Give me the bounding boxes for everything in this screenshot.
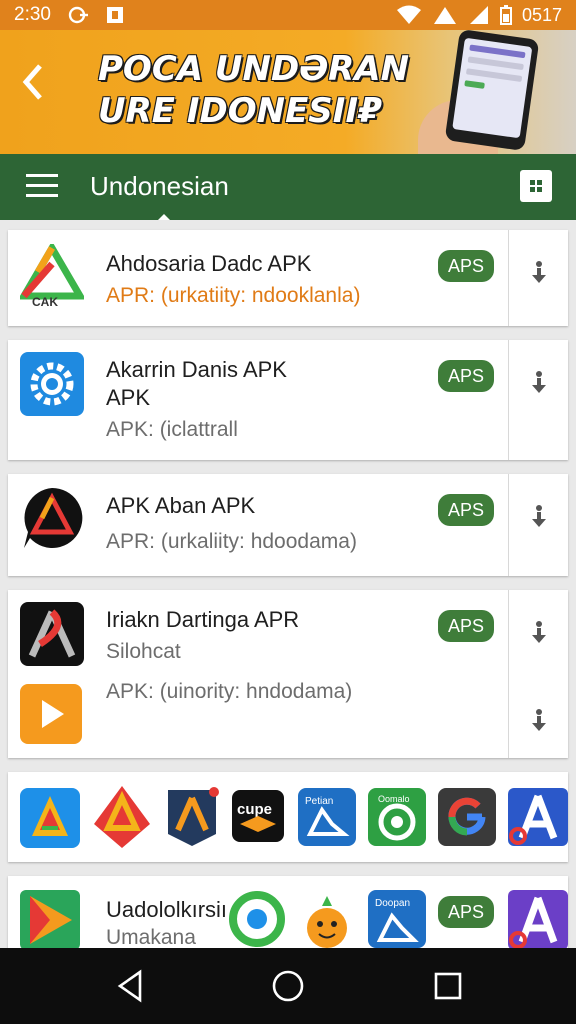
wifi-icon — [396, 5, 421, 24]
toolbar: Undonesian — [0, 154, 576, 220]
banner-title: POCA UNDӘRAN URE IDONESII₽ — [98, 48, 428, 132]
phone-image — [444, 30, 540, 152]
app-name: APK Aban APK — [106, 493, 256, 518]
app-icon-green-ring[interactable] — [228, 890, 286, 948]
sync-icon — [68, 6, 88, 24]
svg-text:Doopan: Doopan — [375, 898, 410, 909]
app-icon-4 — [20, 602, 84, 666]
app-icon-row-6[interactable]: Oomalo — [368, 788, 426, 846]
app-icon-row-5[interactable]: Petian — [298, 788, 356, 846]
status-clock-right: 0517 — [521, 4, 562, 25]
status-bar: 2:30 0517 — [0, 0, 576, 30]
system-nav-bar — [0, 948, 576, 1024]
aps-badge[interactable]: APS — [438, 896, 494, 928]
back-button[interactable] — [16, 56, 50, 108]
app-card-1[interactable]: CAK Ahdosaria Dadc APK APR: (urkatiity: … — [8, 230, 568, 326]
download-icon[interactable] — [529, 708, 549, 734]
notification-icon — [106, 7, 123, 23]
svg-text:cupe: cupe — [237, 801, 272, 818]
aps-badge[interactable]: APS — [438, 360, 494, 392]
signal-icon — [433, 7, 456, 24]
app-icon-3 — [20, 486, 84, 550]
app-name: Akarrin Danis APK — [106, 357, 287, 382]
aps-badge[interactable]: APS — [438, 250, 494, 282]
app-icon-4b — [20, 684, 82, 744]
download-column — [508, 230, 568, 326]
app-subtitle: Silohcat — [106, 640, 181, 663]
app-name: Iriakn Dartinga APR — [106, 607, 300, 632]
app-name-line2: APK — [106, 385, 151, 410]
download-icon[interactable] — [529, 504, 549, 530]
app-icon-row-3[interactable] — [164, 786, 220, 848]
app-icon-purple-a[interactable] — [508, 890, 568, 950]
grid-view-button[interactable] — [520, 170, 552, 202]
grid-icon — [530, 180, 542, 192]
app-icon-2 — [20, 352, 84, 416]
app-icon-1: CAK — [17, 241, 87, 309]
battery-icon — [499, 5, 512, 25]
app-card-3[interactable]: APK Aban APK APR: (urkaliity: hdoodama) … — [8, 474, 568, 576]
header-banner: POCA UNDӘRAN URE IDONESII₽ — [0, 30, 576, 154]
app-card-2[interactable]: Akarrin Danis APK APK APK: (iclattrall A… — [8, 340, 568, 460]
app-name: Ahdosaria Dadc APK — [106, 251, 312, 276]
tab-indicator — [158, 214, 170, 220]
app-icon-5 — [20, 890, 80, 950]
nav-recents-icon[interactable] — [430, 968, 466, 1004]
app-icon-row-4[interactable]: cupe — [232, 790, 284, 842]
google-icon[interactable] — [438, 788, 496, 846]
nav-back-icon[interactable] — [112, 968, 148, 1004]
svg-text:Oomalo: Oomalo — [378, 794, 410, 804]
app-icon-row: cupe Petian Oomalo — [8, 772, 568, 862]
signal-icon-2 — [469, 6, 488, 24]
svg-text:CAK: CAK — [32, 295, 58, 308]
chevron-left-icon — [22, 64, 42, 100]
app-subtitle: APR: (urkatiity: ndooklanla) — [106, 284, 361, 307]
status-time: 2:30 — [14, 4, 51, 25]
app-icon-row-2[interactable] — [92, 784, 152, 850]
download-icon[interactable] — [529, 260, 549, 286]
download-icon[interactable] — [529, 370, 549, 396]
svg-text:Petian: Petian — [305, 796, 333, 807]
app-card-4[interactable]: Iriakn Dartinga APR Silohcat APK: (uinor… — [8, 590, 568, 758]
nav-home-icon[interactable] — [270, 968, 306, 1004]
app-subtitle-2: APK: (uinority: hndodama) — [106, 680, 353, 703]
banner-title-line2: URE IDONESII₽ — [98, 91, 382, 131]
app-subtitle: APK: (iclattrall — [106, 418, 238, 441]
app-icon-row-1[interactable] — [20, 788, 80, 848]
toolbar-title: Undonesian — [90, 171, 229, 201]
app-icon-doopan[interactable]: Doopan — [368, 890, 426, 948]
app-name: Uadololkırsiı — [106, 897, 228, 922]
app-card-5[interactable]: Uadololkırsiı Umakana Doopan APS — [8, 876, 568, 956]
download-column — [508, 590, 568, 758]
download-column — [508, 340, 568, 460]
app-subtitle: APR: (urkaliity: hdoodama) — [106, 530, 357, 553]
banner-title-line1: POCA UNDӘRAN — [98, 49, 410, 89]
orange-mascot-icon[interactable] — [302, 894, 352, 950]
menu-button[interactable] — [26, 174, 58, 198]
download-icon[interactable] — [529, 620, 549, 646]
aps-badge[interactable]: APS — [438, 610, 494, 642]
aps-badge[interactable]: APS — [438, 494, 494, 526]
download-column — [508, 474, 568, 576]
app-icon-row-8[interactable] — [508, 788, 568, 846]
